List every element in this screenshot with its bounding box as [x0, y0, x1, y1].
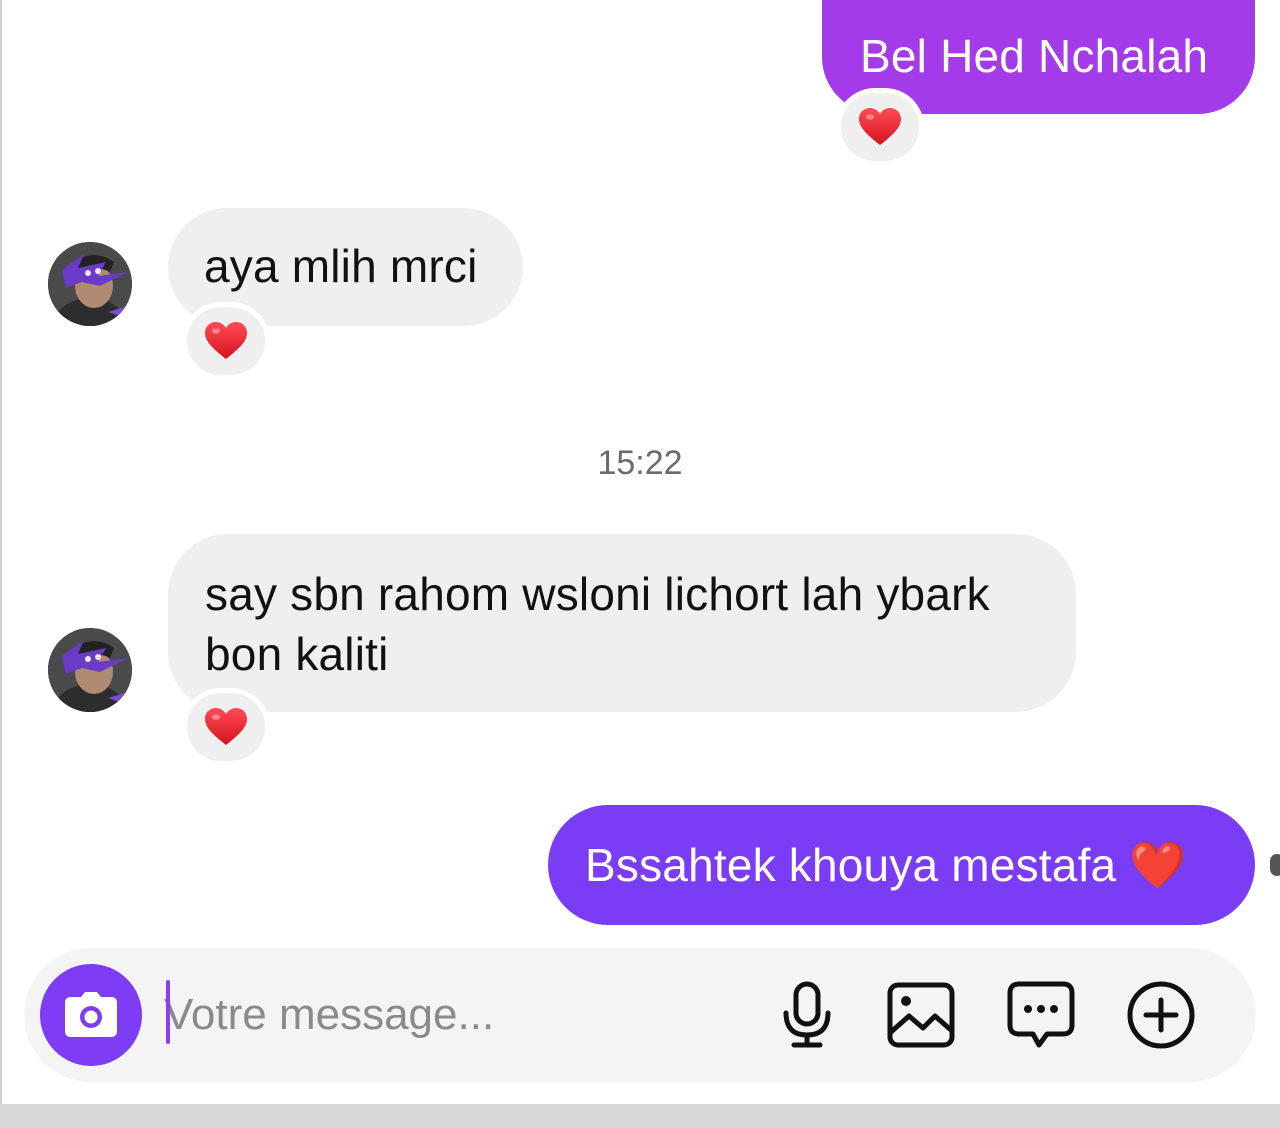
message-timestamp: 15:22 — [597, 444, 683, 482]
more-options-button[interactable] — [1124, 978, 1198, 1052]
camera-icon — [65, 992, 117, 1037]
contact-avatar[interactable] — [48, 628, 132, 712]
image-icon — [887, 982, 955, 1048]
bottom-bar — [0, 1104, 1280, 1127]
sticker-chat-icon — [1007, 981, 1075, 1048]
heart-icon — [205, 708, 247, 745]
message-text: aya mlih mrci — [204, 240, 478, 292]
heart-icon — [859, 108, 901, 145]
message-input[interactable] — [164, 978, 744, 1052]
message-text: Bel Hed Nchalah — [860, 30, 1209, 82]
heart-reaction[interactable] — [182, 302, 270, 380]
avatar-image — [48, 628, 132, 712]
camera-button[interactable] — [40, 964, 142, 1066]
chat-screen: Bel Hed Nchalah aya mlih mrci 15:22 say … — [0, 0, 1280, 1127]
heart-icon — [205, 322, 247, 359]
window-edge — [0, 0, 2, 1104]
voice-message-button[interactable] — [770, 978, 844, 1052]
heart-reaction[interactable] — [182, 688, 270, 766]
microphone-icon — [783, 981, 831, 1048]
message-text: say sbn rahom wsloni lichort lah ybark b… — [205, 568, 990, 680]
plus-circle-icon — [1127, 981, 1195, 1049]
message-bubble-outgoing[interactable]: Bssahtek khouya mestafa ❤️ — [548, 805, 1255, 925]
message-composer — [24, 948, 1256, 1082]
message-bubble-incoming[interactable]: say sbn rahom wsloni lichort lah ybark b… — [168, 534, 1076, 712]
scroll-indicator[interactable] — [1270, 854, 1280, 876]
text-caret — [166, 980, 170, 1044]
sticker-button[interactable] — [1004, 978, 1078, 1052]
contact-avatar[interactable] — [48, 242, 132, 326]
gallery-button[interactable] — [884, 978, 958, 1052]
message-text: Bssahtek khouya mestafa ❤️ — [585, 839, 1187, 891]
heart-reaction[interactable] — [836, 88, 924, 166]
avatar-image — [48, 242, 132, 326]
